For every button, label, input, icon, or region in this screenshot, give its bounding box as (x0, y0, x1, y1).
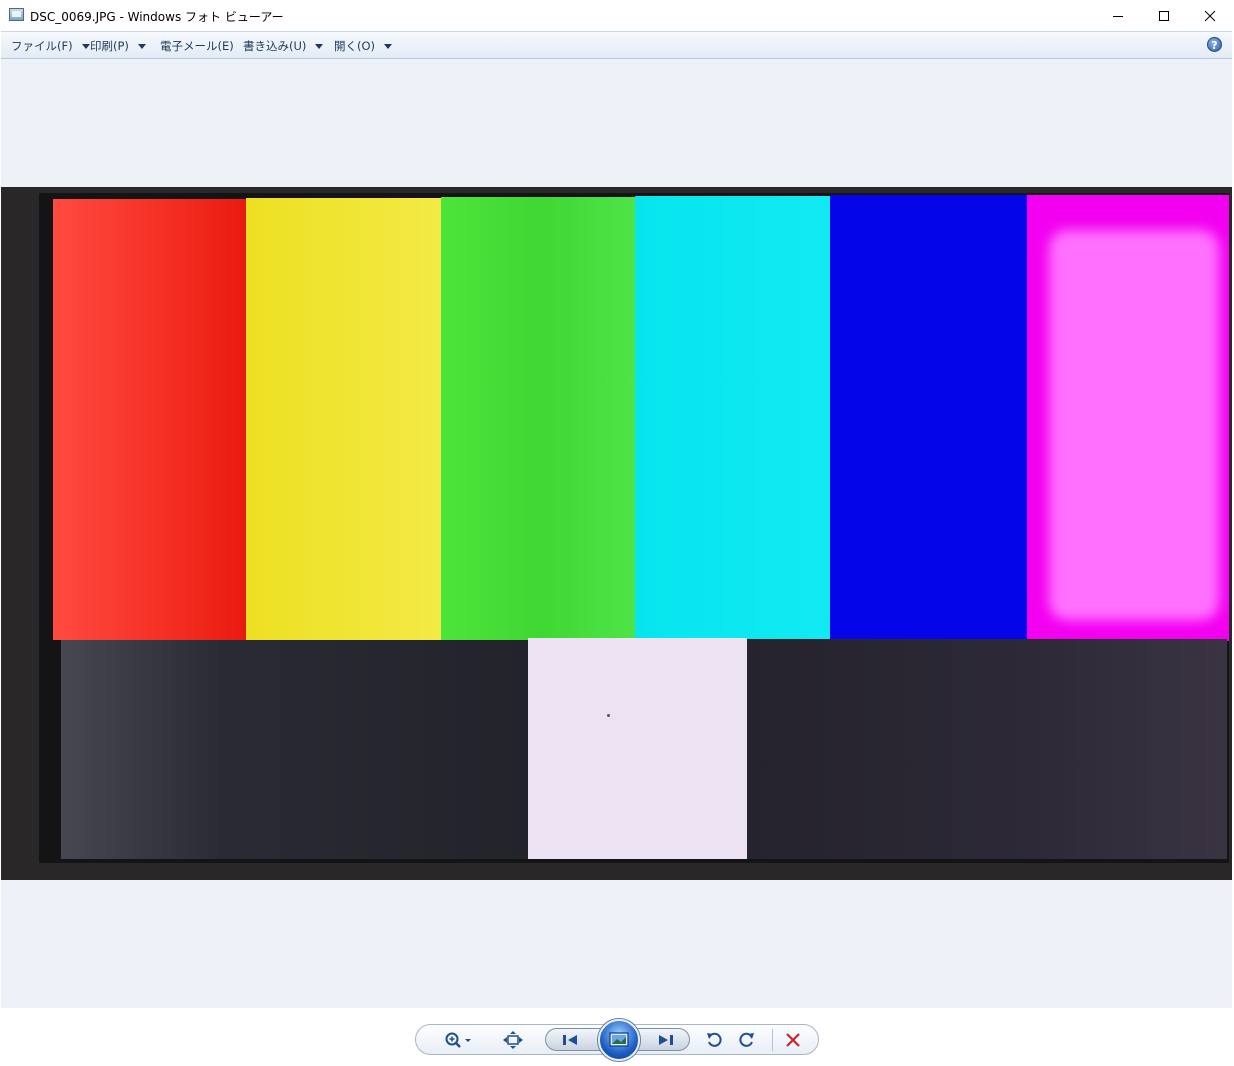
menu-open[interactable]: 開く(O) (334, 38, 393, 54)
help-icon[interactable]: ? (1207, 37, 1222, 52)
menu-file-label: ファイル(F) (11, 39, 73, 53)
previous-button[interactable] (556, 1030, 586, 1050)
actual-size-icon (503, 1031, 523, 1049)
menu-print-label: 印刷(P) (90, 39, 129, 53)
rotate-clockwise-icon (739, 1032, 754, 1047)
rotate-counterclockwise-button[interactable] (703, 1030, 725, 1050)
playback-toolbar (415, 1019, 819, 1061)
window-title: DSC_0069.JPG - Windows フォト ビューアー (30, 10, 284, 24)
color-bar-magenta (1027, 195, 1229, 641)
chevron-down-icon (137, 43, 146, 49)
lower-panel-white (528, 638, 747, 859)
maximize-button[interactable] (1141, 0, 1187, 31)
menu-email[interactable]: 電子メール(E) (160, 38, 234, 54)
image-viewer-area (1, 59, 1232, 1008)
slideshow-icon (609, 1032, 629, 1047)
photo-viewer-icon (9, 8, 24, 21)
color-bar-green (441, 197, 637, 640)
maximize-icon (1159, 10, 1169, 21)
menu-file[interactable]: ファイル(F) (11, 38, 90, 54)
delete-button[interactable] (782, 1030, 804, 1050)
menu-email-label: 電子メール(E) (160, 39, 234, 53)
color-bar-yellow (246, 198, 445, 640)
title-bar: DSC_0069.JPG - Windows フォト ビューアー (0, 0, 1234, 31)
color-bar-blue (830, 195, 1030, 640)
chevron-down-icon (81, 43, 90, 49)
minimize-icon (1113, 15, 1123, 17)
next-icon (659, 1035, 673, 1045)
zoom-button[interactable] (442, 1030, 476, 1050)
lower-panel-left (61, 640, 529, 859)
previous-icon (563, 1035, 577, 1045)
displayed-photo (1, 187, 1232, 880)
close-icon (1204, 10, 1216, 21)
color-bar-cyan (635, 196, 832, 640)
close-button[interactable] (1187, 0, 1233, 31)
menu-print[interactable]: 印刷(P) (90, 38, 146, 54)
chevron-down-icon (315, 43, 324, 49)
rotate-clockwise-button[interactable] (736, 1030, 758, 1050)
chevron-down-icon (384, 43, 393, 49)
actual-size-button[interactable] (500, 1030, 526, 1050)
lower-panel-right (747, 639, 1227, 859)
slideshow-button[interactable] (598, 1019, 640, 1061)
color-bar-red (53, 199, 249, 640)
toolbar-separator (772, 1029, 773, 1051)
menu-bar: ファイル(F) 印刷(P) 電子メール(E) 書き込み(U) 開く(O) ? (1, 31, 1232, 59)
rotate-counterclockwise-icon (707, 1032, 722, 1047)
next-button[interactable] (650, 1030, 680, 1050)
menu-burn[interactable]: 書き込み(U) (243, 38, 324, 54)
delete-icon (786, 1033, 800, 1047)
minimize-button[interactable] (1095, 0, 1141, 31)
menu-open-label: 開く(O) (334, 39, 376, 53)
menu-burn-label: 書き込み(U) (243, 39, 307, 53)
zoom-icon (445, 1032, 471, 1048)
